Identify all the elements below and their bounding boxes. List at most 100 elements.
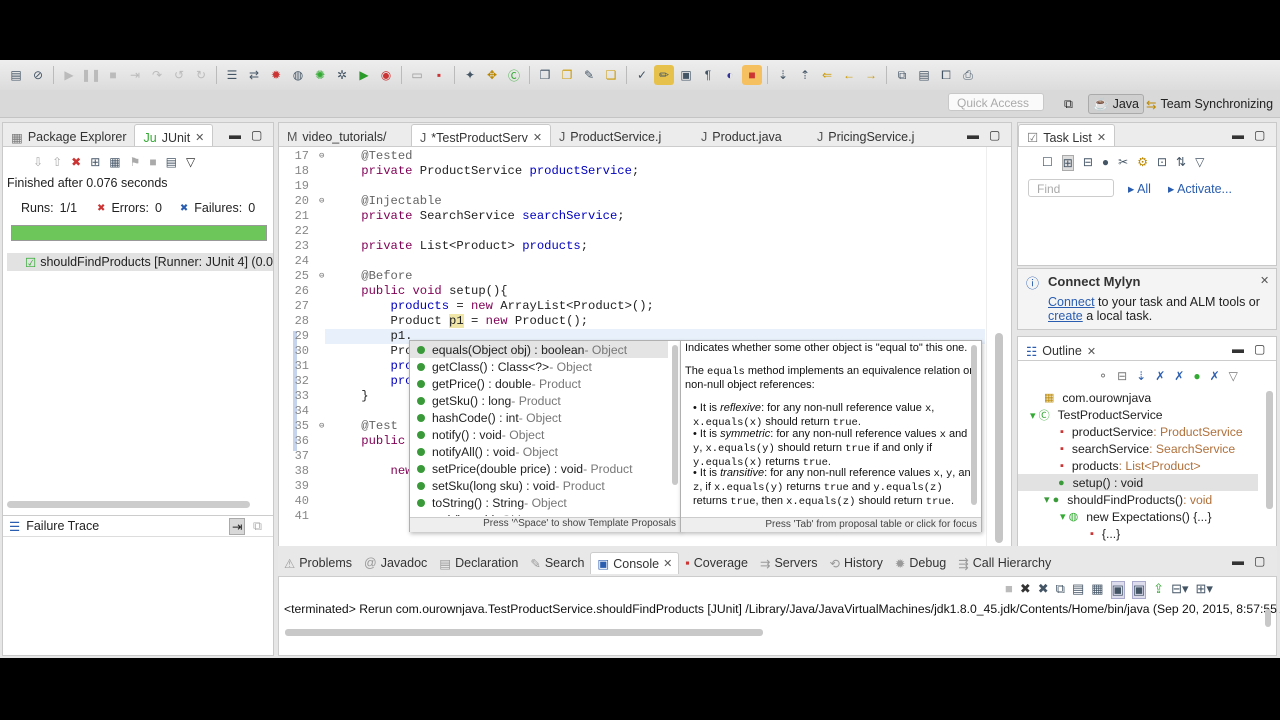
activate-link[interactable]: ▸ Activate... bbox=[1168, 181, 1232, 196]
step-return-icon[interactable]: ↻ bbox=[191, 65, 211, 85]
outline-item[interactable]: ▪ productService : ProductService bbox=[1018, 423, 1258, 440]
hide-fields-icon[interactable]: ✗ bbox=[1155, 369, 1165, 383]
next-annotation-icon[interactable]: ⇣ bbox=[773, 65, 793, 85]
minimize-icon[interactable]: ▬ bbox=[229, 128, 241, 142]
suspend-icon[interactable]: ❚❚ bbox=[81, 65, 101, 85]
maximize-icon[interactable]: ▢ bbox=[251, 128, 262, 142]
minimize-icon[interactable]: ▬ bbox=[1232, 342, 1244, 356]
settings-icon[interactable]: ✲ bbox=[332, 65, 352, 85]
new-server-icon[interactable]: ▭ bbox=[407, 65, 427, 85]
tab-search[interactable]: ✎ Search bbox=[524, 552, 590, 574]
tab-servers[interactable]: ⇉ Servers bbox=[754, 552, 824, 574]
proposal-item[interactable]: notifyAll() : void - Object bbox=[410, 443, 668, 460]
print-icon[interactable]: ⎙ bbox=[958, 65, 978, 85]
filter-all-link[interactable]: ▸ All bbox=[1128, 181, 1151, 196]
task-find-input[interactable]: Find bbox=[1028, 179, 1114, 197]
tab-video-tutorials[interactable]: Mvideo_tutorials/ bbox=[279, 124, 411, 146]
open-folder-icon[interactable]: ❐ bbox=[557, 65, 577, 85]
tab-testproductservice[interactable]: J *TestProductServ ✕ bbox=[411, 124, 551, 146]
run-icon[interactable]: ▶ bbox=[354, 65, 374, 85]
close-icon[interactable]: ✕ bbox=[533, 131, 542, 144]
proposal-item[interactable]: equals(Object obj) : boolean - Object bbox=[410, 341, 668, 358]
outline-item[interactable]: ▪ {...} bbox=[1018, 525, 1258, 542]
proposal-item[interactable]: setPrice(double price) : void - Product bbox=[410, 460, 668, 477]
close-icon[interactable]: ✕ bbox=[1087, 345, 1096, 358]
rerun-failed-icon[interactable]: ⚑ bbox=[130, 155, 141, 169]
tab-console[interactable]: ▣ Console ✕ bbox=[590, 552, 680, 574]
terminate-icon[interactable]: ■ bbox=[1005, 581, 1013, 599]
new-icon[interactable]: ▪ bbox=[429, 65, 449, 85]
resume-icon[interactable]: ▶ bbox=[59, 65, 79, 85]
outline-item[interactable]: ▾ ◍ new Expectations() {...} bbox=[1018, 508, 1258, 525]
create-link[interactable]: create bbox=[1048, 309, 1083, 323]
synchronize-icon[interactable]: ⊡ bbox=[1157, 155, 1167, 171]
connect-link[interactable]: Connect bbox=[1048, 295, 1095, 309]
save-icon[interactable]: ▤ bbox=[6, 65, 26, 85]
save-all-icon[interactable]: ▤ bbox=[914, 65, 934, 85]
tab-history[interactable]: ⟲ History bbox=[824, 552, 889, 574]
hide-static-icon[interactable]: ✗ bbox=[1174, 369, 1184, 383]
close-icon[interactable]: ✕ bbox=[663, 557, 672, 570]
sort-icon[interactable]: ⊟ bbox=[1117, 369, 1127, 383]
clear-console-icon[interactable]: ⧉ bbox=[1056, 581, 1065, 599]
forward-icon[interactable]: → bbox=[861, 65, 881, 85]
hide-nonpublic-icon[interactable]: ● bbox=[1193, 369, 1200, 383]
view-menu-icon[interactable]: ▽ bbox=[1195, 155, 1204, 171]
open-console-icon[interactable]: ⊞▾ bbox=[1195, 581, 1212, 599]
tab-debug[interactable]: ✹ Debug bbox=[889, 552, 952, 574]
word-wrap-icon[interactable]: ▦ bbox=[1091, 581, 1103, 599]
open-perspective-icon[interactable]: ⧉ bbox=[892, 65, 912, 85]
outline-item[interactable]: ▪ searchService : SearchService bbox=[1018, 440, 1258, 457]
proposal-item[interactable]: setSku(long sku) : void - Product bbox=[410, 477, 668, 494]
proposal-item[interactable]: notify() : void - Object bbox=[410, 426, 668, 443]
outline-item[interactable]: ● setup() : void bbox=[1018, 474, 1258, 491]
previous-annotation-icon[interactable]: ⇡ bbox=[795, 65, 815, 85]
remove-launch-icon[interactable]: ✖ bbox=[1020, 581, 1031, 599]
maximize-icon[interactable]: ▢ bbox=[1254, 128, 1265, 142]
toggle-block-icon[interactable]: ⇄ bbox=[244, 65, 264, 85]
sync-icon[interactable]: ⇅ bbox=[1176, 155, 1186, 171]
collapse-all-icon[interactable]: ⚬ bbox=[1098, 369, 1108, 383]
view-menu-icon[interactable]: ▽ bbox=[1229, 369, 1238, 383]
tab-task-list[interactable]: ☑ Task List ✕ bbox=[1018, 124, 1116, 146]
search-icon[interactable]: ✎ bbox=[579, 65, 599, 85]
categorized-icon[interactable]: ⊞ bbox=[1061, 155, 1074, 171]
tab-problems[interactable]: ⚠ Problems bbox=[278, 552, 358, 574]
maximize-icon[interactable]: ▢ bbox=[1254, 554, 1265, 568]
disconnect-icon[interactable]: ⇥ bbox=[125, 65, 145, 85]
tab-javadoc[interactable]: @ Javadoc bbox=[358, 552, 433, 574]
new-package-icon[interactable]: ✥ bbox=[482, 65, 502, 85]
proposal-scrollbar[interactable] bbox=[672, 345, 678, 485]
proposal-item[interactable]: hashCode() : int - Object bbox=[410, 409, 668, 426]
step-over-icon[interactable]: ↺ bbox=[169, 65, 189, 85]
stop-icon[interactable]: ■ bbox=[742, 65, 762, 85]
maximize-icon[interactable]: ▢ bbox=[989, 128, 1000, 142]
tab-pricingservice[interactable]: J PricingService.j bbox=[809, 124, 922, 146]
quick-access-input[interactable]: Quick Access bbox=[948, 93, 1044, 111]
test-tree-item[interactable]: ☑ shouldFindProducts [Runner: JUnit 4] (… bbox=[7, 253, 273, 271]
rerun-icon[interactable]: ▦ bbox=[109, 155, 120, 169]
highlight-icon[interactable]: ✏ bbox=[654, 65, 674, 85]
skip-breakpoints-icon[interactable]: ⊘ bbox=[28, 65, 48, 85]
tab-junit[interactable]: Ju JUnit ✕ bbox=[134, 124, 214, 146]
proposal-item[interactable]: getClass() : Class<?> - Object bbox=[410, 358, 668, 375]
tab-productservice[interactable]: J ProductService.j bbox=[551, 124, 693, 146]
javadoc-scrollbar[interactable] bbox=[971, 345, 977, 505]
show-stderr-icon[interactable]: ▣ bbox=[1131, 581, 1147, 599]
pin-console-icon[interactable]: ⇪ bbox=[1153, 581, 1164, 599]
external-tools-icon[interactable]: ✺ bbox=[310, 65, 330, 85]
minimize-icon[interactable]: ▬ bbox=[1232, 554, 1244, 568]
hide-completed-icon[interactable]: ✂ bbox=[1118, 155, 1128, 171]
next-failure-icon[interactable]: ⇩ bbox=[33, 155, 43, 169]
collapse-icon[interactable]: ⚙ bbox=[1137, 155, 1148, 171]
fold-toggle-icon[interactable]: ⊖ bbox=[319, 271, 324, 281]
outline-item[interactable]: ▪ products : List<Product> bbox=[1018, 457, 1258, 474]
open-task-icon[interactable]: ❏ bbox=[601, 65, 621, 85]
coverage-icon[interactable]: ◍ bbox=[288, 65, 308, 85]
outline-scrollbar[interactable] bbox=[1266, 391, 1273, 509]
show-whitespace-icon[interactable]: ¶ bbox=[698, 65, 718, 85]
tab-declaration[interactable]: ▤ Declaration bbox=[433, 552, 524, 574]
proposal-item[interactable]: getSku() : long - Product bbox=[410, 392, 668, 409]
history-icon[interactable]: ▤ bbox=[166, 155, 177, 169]
outline-item[interactable]: ▦ com.ourownjava bbox=[1018, 389, 1258, 406]
